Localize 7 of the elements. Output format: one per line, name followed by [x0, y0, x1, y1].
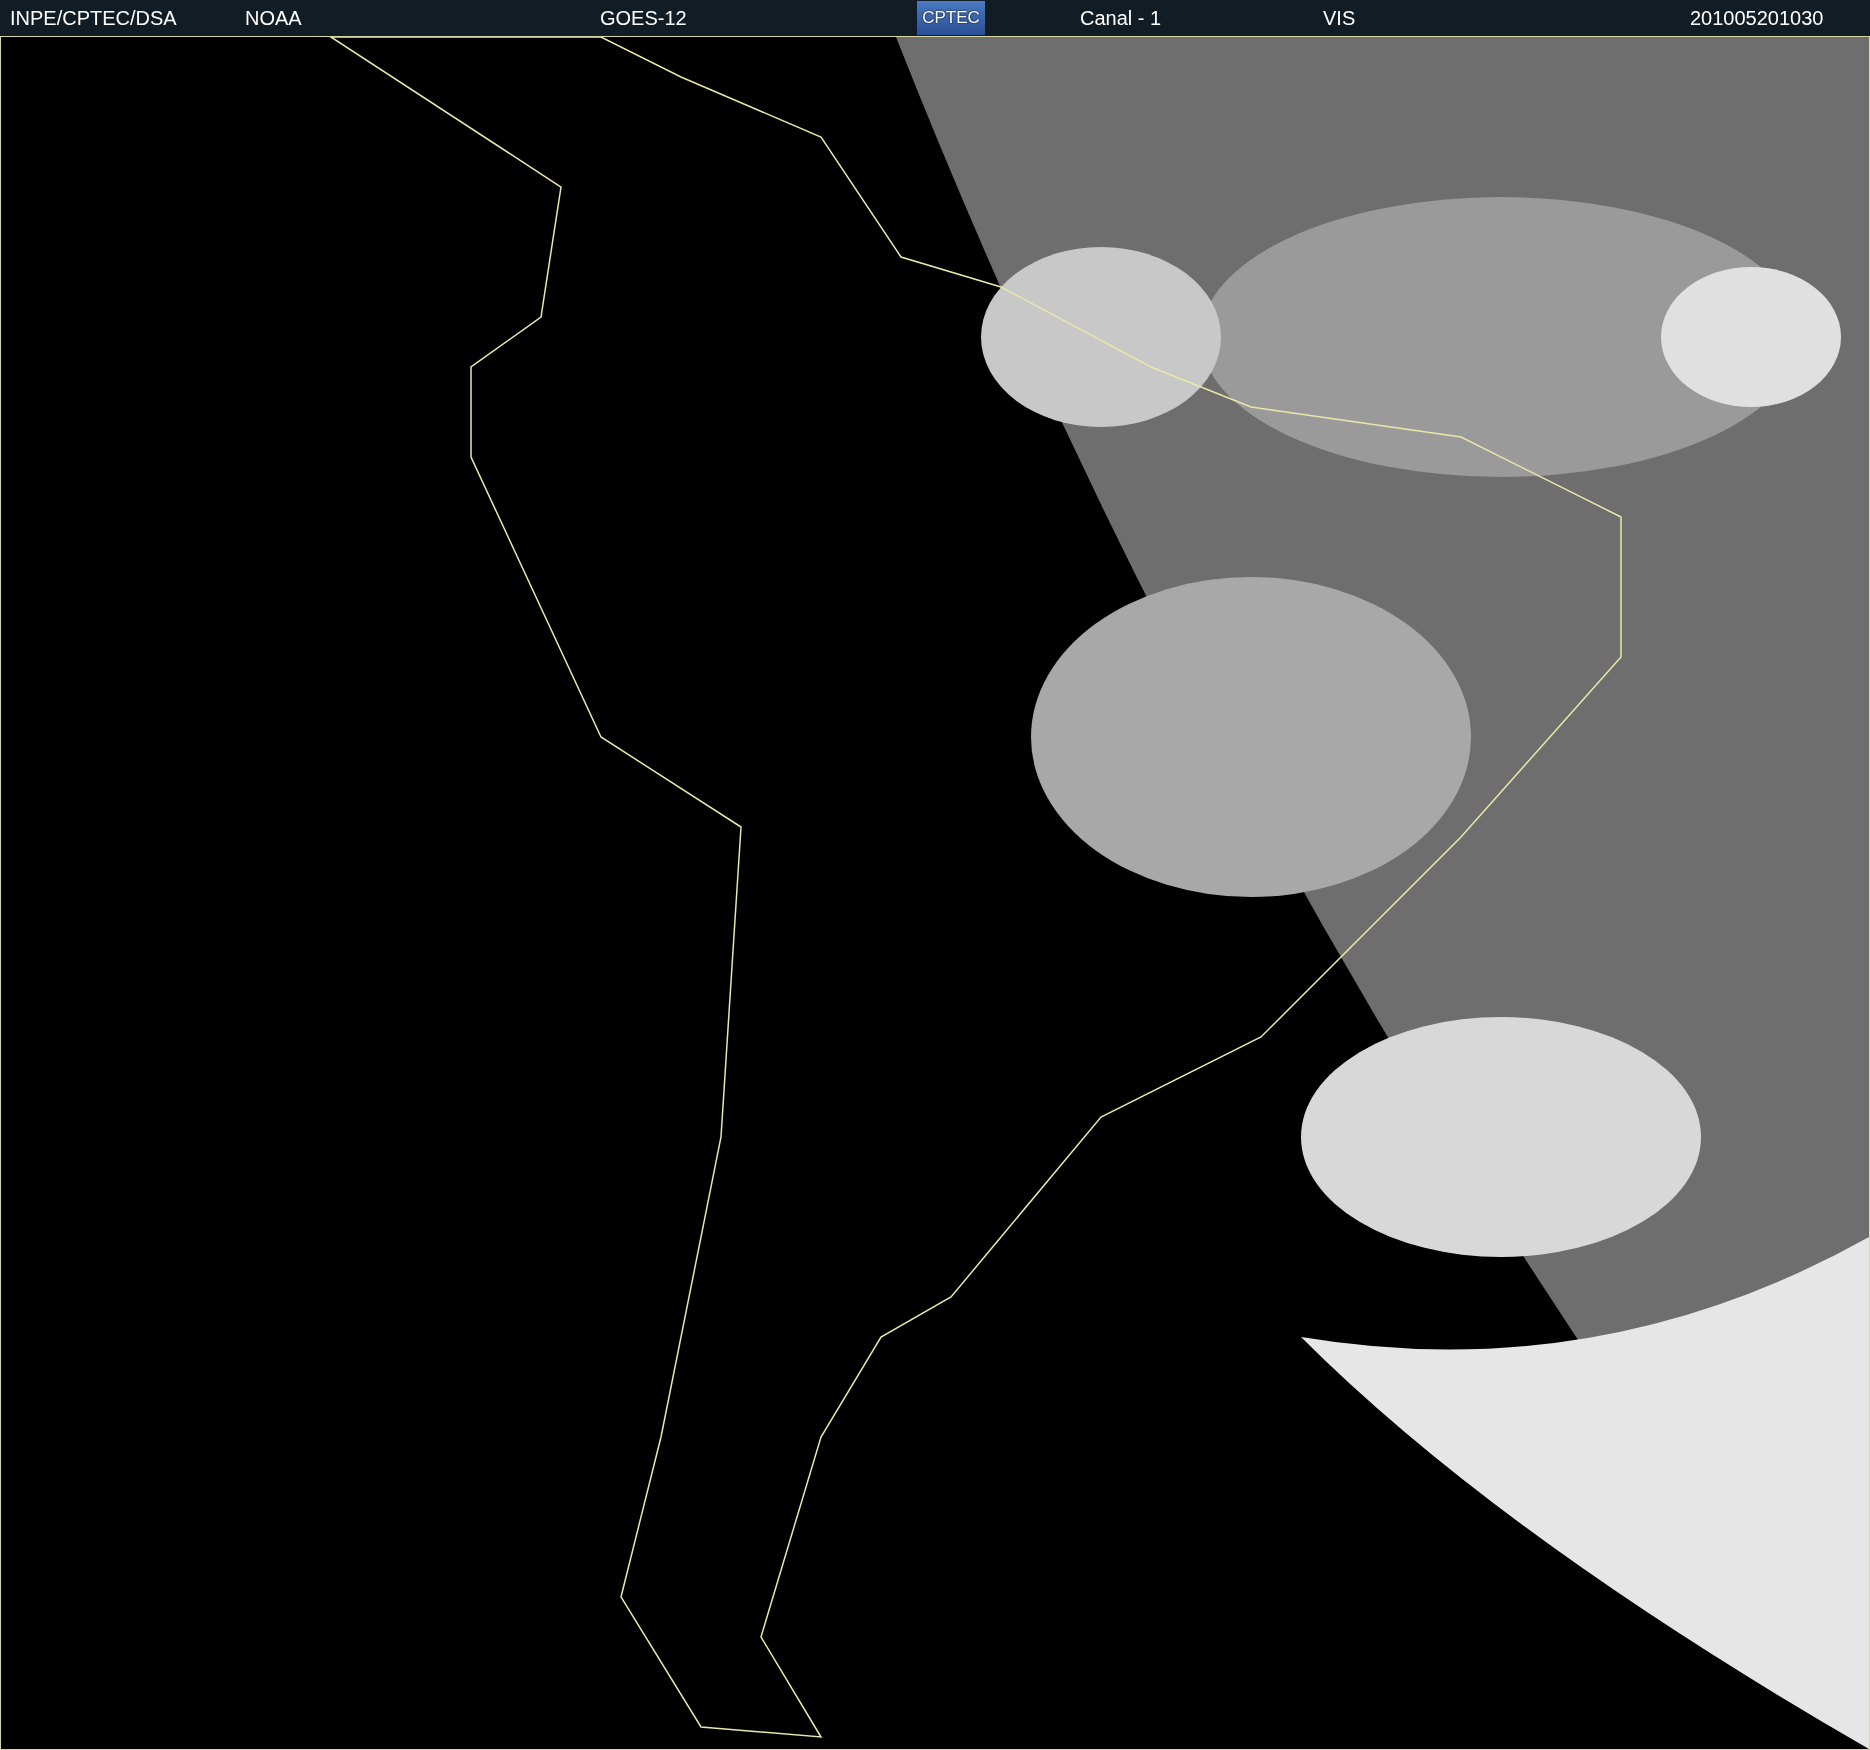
- header-label: NOAA: [245, 8, 303, 28]
- logo: CPTEC: [917, 1, 985, 35]
- header-label: VIS: [1323, 8, 1357, 28]
- header-label: 201005201030: [1690, 8, 1824, 28]
- header-label: GOES-12: [600, 8, 688, 28]
- header-label: Canal - 1: [1080, 8, 1163, 28]
- header-label: INPE/CPTEC/DSA: [10, 8, 178, 28]
